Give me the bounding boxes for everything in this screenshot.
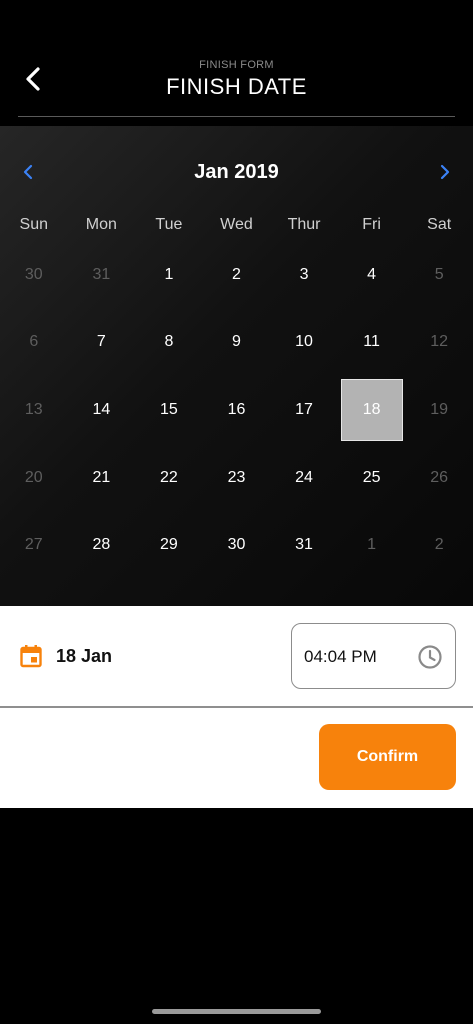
calendar-day[interactable]: 30 [203,511,271,579]
calendar-day-label: 29 [160,536,178,554]
calendar-day-label: 27 [24,536,43,554]
calendar-day-label: 9 [232,333,241,351]
selected-date-label: 18 Jan [56,646,113,666]
confirm-button[interactable]: Confirm [319,724,456,790]
calendar-day-label: 7 [96,333,106,351]
selection-panel: 18 Jan 04:04 PM Confirm [0,606,473,808]
calendar-day[interactable]: 23 [203,444,271,512]
page-title: FINISH DATE [166,74,307,99]
calendar-day[interactable]: 17 [270,376,338,444]
calendar-day-label: 8 [164,333,174,351]
calendar-day[interactable]: 21 [68,444,136,512]
calendar-day-label: 20 [24,468,43,486]
weekday-label: Thur [287,216,321,233]
calendar: Jan 2019 Sun Mon Tue Wed Thur Fri Sat 30 31 1 2 3 4… [0,126,473,606]
calendar-day-label: 14 [92,400,111,418]
calendar-day[interactable]: 20 [0,444,68,512]
calendar-day-label: 21 [92,468,111,486]
calendar-day-label: 15 [160,400,178,418]
home-indicator[interactable] [152,1009,321,1014]
calendar-day[interactable]: 3 [270,241,338,309]
calendar-day-label: 2 [434,536,444,554]
calendar-day[interactable]: 29 [135,511,203,579]
calendar-day[interactable]: 4 [338,241,406,309]
calendar-day[interactable]: 2 [203,241,271,309]
calendar-day-label: 31 [295,536,313,554]
calendar-day[interactable]: 2 [405,511,473,579]
calendar-day[interactable]: 5 [405,241,473,309]
calendar-day-label: 13 [24,400,43,418]
calendar-day[interactable]: 30 [0,241,68,309]
calendar-day[interactable]: 9 [203,309,271,377]
selected-date-row: 18 Jan 04:04 PM [0,606,473,707]
panel-divider [0,706,473,708]
calendar-day[interactable]: 10 [270,309,338,377]
header-divider [18,116,455,117]
month-title: Jan 2019 [194,161,279,183]
calendar-day[interactable]: 15 [135,376,203,444]
calendar-day-label: 11 [363,333,380,351]
calendar-day[interactable]: 31 [270,511,338,579]
calendar-day-label: 24 [295,468,313,486]
header-subtitle: FINISH FORM [199,59,274,71]
calendar-day-label: 31 [92,265,111,283]
calendar-day-label: 12 [430,333,449,351]
calendar-day[interactable]: 27 [0,511,68,579]
header: FINISH FORM FINISH DATE [0,0,473,118]
calendar-day[interactable]: 31 [68,241,136,309]
calendar-day-label: 22 [160,468,178,486]
day-grid: 30 31 1 2 3 4 5 6 7 8 9 10 11 12 13 14 15 16 17 18 19 20 21 22 2… [0,241,473,579]
weekday-label: Mon [85,216,117,233]
calendar-day[interactable]: 1 [135,241,203,309]
calendar-day-label: 5 [434,265,444,283]
calendar-day-label: 17 [295,400,313,418]
calendar-day[interactable]: 6 [0,309,68,377]
calendar-day[interactable]: 7 [68,309,136,377]
calendar-day[interactable]: 25 [338,444,406,512]
calendar-day-label: 4 [367,265,377,283]
calendar-day-label: 1 [367,536,377,554]
next-month-button[interactable] [430,160,460,184]
weekday-header: Sun Mon Tue Wed Thur Fri Sat [0,216,473,234]
calendar-day-label: 30 [227,536,246,554]
calendar-day-label: 26 [430,468,449,486]
clock-icon [418,645,442,669]
calendar-day-label: 18 [340,378,403,441]
calendar-day[interactable]: 28 [68,511,136,579]
calendar-day[interactable]: 16 [203,376,271,444]
calendar-day-label: 30 [24,265,43,283]
calendar-day[interactable]: 12 [405,309,473,377]
calendar-day[interactable]: 26 [405,444,473,512]
calendar-day[interactable]: 22 [135,444,203,512]
calendar-day-selected[interactable]: 18 [338,376,406,444]
calendar-day-label: 28 [92,536,111,554]
calendar-day[interactable]: 13 [0,376,68,444]
time-picker-field[interactable]: 04:04 PM [291,623,456,689]
calendar-day-label: 2 [232,265,241,283]
calendar-day[interactable]: 19 [405,376,473,444]
weekday-label: Fri [362,216,381,233]
calendar-day-label: 19 [430,400,449,418]
weekday-label: Tue [155,216,183,233]
calendar-day[interactable]: 24 [270,444,338,512]
calendar-day-label: 6 [29,333,39,351]
weekday-label: Sun [19,216,49,233]
calendar-day-label: 23 [227,468,246,486]
chevron-right-icon [440,164,450,180]
calendar-day[interactable]: 11 [338,309,406,377]
time-value: 04:04 PM [304,647,377,666]
calendar-day-label: 10 [295,333,313,351]
weekday-label: Wed [220,216,253,233]
calendar-icon [20,645,42,668]
calendar-day[interactable]: 1 [338,511,406,579]
calendar-day-label: 25 [362,468,381,486]
weekday-label: Sat [427,216,452,233]
calendar-day-label: 3 [299,265,309,283]
calendar-day-label: 1 [164,265,174,283]
calendar-day-label: 16 [227,400,246,418]
calendar-day[interactable]: 8 [135,309,203,377]
calendar-day[interactable]: 14 [68,376,136,444]
